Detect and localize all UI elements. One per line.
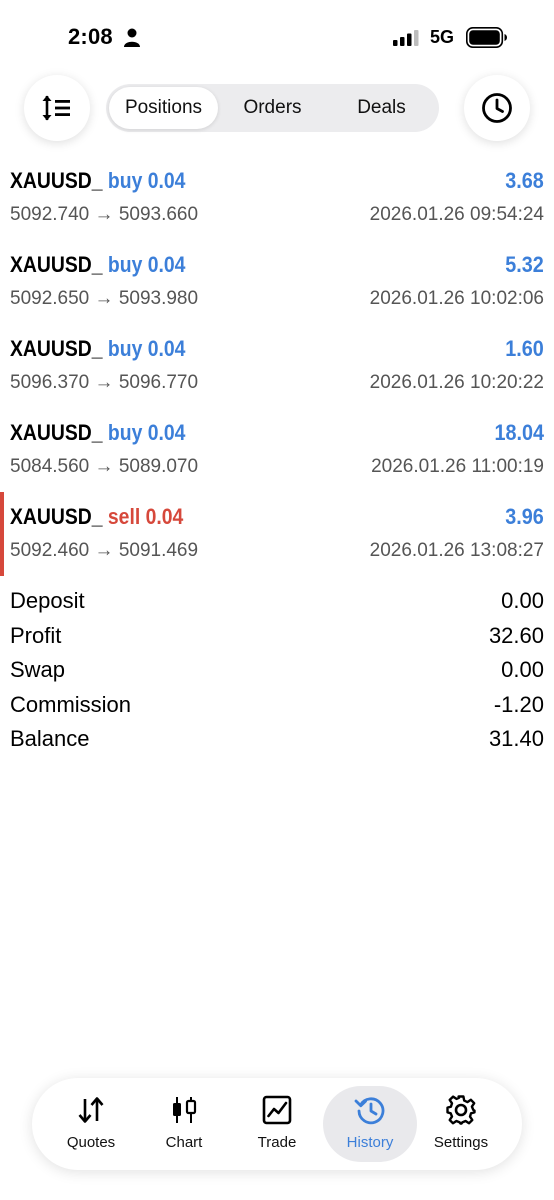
close-price: 5089.070 — [118, 456, 199, 477]
tab-label: Trade — [257, 1134, 297, 1151]
quotes-arrows-icon — [78, 1097, 104, 1123]
trade-title: XAUUSD_ buy 0.04 — [10, 168, 185, 194]
trade-volume: 0.04 — [147, 420, 186, 445]
tab-deals[interactable]: Deals — [327, 87, 436, 129]
summary-value: -1.20 — [493, 691, 544, 717]
close-price: 5093.980 — [118, 288, 199, 309]
trade-list: XAUUSD_ buy 0.04 3.68 5092.740 → 5093.66… — [0, 162, 554, 582]
trade-prices: 5092.650 → 5093.980 — [10, 288, 199, 309]
trade-profit: 18.04 — [494, 420, 544, 445]
tab-orders[interactable]: Orders — [218, 87, 327, 129]
history-icon — [354, 1097, 385, 1125]
summary-label: Deposit — [10, 588, 85, 613]
close-price: 5096.770 — [118, 372, 199, 393]
gear-icon — [446, 1095, 476, 1125]
open-price: 5096.370 — [10, 372, 90, 393]
tab-settings[interactable]: Settings — [414, 1086, 508, 1162]
trade-row[interactable]: XAUUSD_ buy 0.04 18.04 5084.560 → 5089.0… — [0, 414, 554, 498]
trade-side: buy — [107, 252, 143, 277]
trade-title: XAUUSD_ buy 0.04 — [10, 336, 185, 362]
trade-time: 2026.01.26 13:08:27 — [369, 540, 544, 561]
summary-row-swap: Swap 0.00 — [0, 655, 554, 690]
tab-label: Chart — [165, 1134, 203, 1151]
trade-profit: 3.68 — [505, 168, 544, 193]
trade-symbol: XAUUSD_ — [10, 336, 103, 361]
tab-label: Settings — [433, 1134, 489, 1151]
trade-time: 2026.01.26 11:00:19 — [371, 456, 544, 477]
open-price: 5092.740 — [10, 204, 90, 225]
tab-positions[interactable]: Positions — [109, 87, 218, 129]
trade-volume: 0.04 — [147, 336, 186, 361]
trade-time: 2026.01.26 10:20:22 — [369, 372, 544, 393]
trade-symbol: XAUUSD_ — [10, 504, 103, 529]
tab-label: Quotes — [66, 1134, 116, 1151]
period-button[interactable] — [464, 75, 530, 141]
trade-side: buy — [107, 336, 143, 361]
close-price: 5093.660 — [118, 204, 199, 225]
bottom-tab-bar: Quotes Chart Trade History Settings — [32, 1078, 522, 1170]
trade-prices: 5092.460 → 5091.469 — [10, 540, 199, 561]
tab-trade[interactable]: Trade — [230, 1086, 324, 1162]
network-label: 5G — [430, 27, 455, 47]
trade-prices: 5096.370 → 5096.770 — [10, 372, 199, 393]
trade-symbol: XAUUSD_ — [10, 420, 103, 445]
summary-row-commission: Commission -1.20 — [0, 690, 554, 725]
status-time: 2:08 — [68, 24, 113, 49]
trade-row[interactable]: XAUUSD_ buy 0.04 3.68 5092.740 → 5093.66… — [0, 162, 554, 246]
summary-label: Profit — [10, 622, 62, 648]
trade-title: XAUUSD_ sell 0.04 — [10, 504, 183, 530]
status-bar: 2:08 5G — [0, 0, 554, 76]
battery-icon — [466, 27, 507, 48]
signal-icon — [393, 30, 419, 46]
trade-symbol: XAUUSD_ — [10, 168, 103, 193]
close-price: 5091.469 — [118, 540, 199, 561]
summary-row-profit: Profit 32.60 — [0, 621, 554, 656]
summary-row-balance: Balance 31.40 — [0, 724, 554, 759]
open-price: 5092.460 — [10, 540, 90, 561]
summary-row-deposit: Deposit 0.00 — [0, 586, 554, 621]
trade-volume: 0.04 — [147, 168, 186, 193]
trade-title: XAUUSD_ buy 0.04 — [10, 420, 185, 446]
sort-icon — [42, 95, 70, 121]
history-filter-segmented: Positions Orders Deals — [106, 84, 439, 132]
open-price: 5092.650 — [10, 288, 90, 309]
trade-chart-icon — [262, 1095, 292, 1125]
summary-value: 31.40 — [488, 726, 544, 751]
trade-profit: 5.32 — [505, 252, 544, 277]
trade-side: sell — [107, 504, 141, 529]
trade-profit: 3.96 — [505, 504, 544, 529]
trade-time: 2026.01.26 10:02:06 — [369, 288, 544, 309]
trade-row[interactable]: XAUUSD_ buy 0.04 5.32 5092.650 → 5093.98… — [0, 246, 554, 330]
open-price: 5084.560 — [10, 456, 90, 477]
trade-title: XAUUSD_ buy 0.04 — [10, 252, 185, 278]
trade-symbol: XAUUSD_ — [10, 252, 103, 277]
summary-label: Swap — [10, 657, 66, 682]
trade-side: buy — [107, 168, 143, 193]
summary-label: Balance — [10, 726, 90, 751]
tab-label: History — [346, 1134, 394, 1151]
trade-prices: 5084.560 → 5089.070 — [10, 456, 199, 477]
trade-row[interactable]: XAUUSD_ sell 0.04 3.96 5092.460 → 5091.4… — [0, 498, 554, 582]
trade-volume: 0.04 — [147, 252, 186, 277]
tab-quotes[interactable]: Quotes — [44, 1086, 138, 1162]
trade-prices: 5092.740 → 5093.660 — [10, 204, 199, 225]
clock-icon — [482, 93, 512, 123]
tab-history[interactable]: History — [323, 1086, 417, 1162]
trade-time: 2026.01.26 09:54:24 — [369, 204, 544, 225]
sort-button[interactable] — [24, 75, 90, 141]
summary-value: 32.60 — [488, 622, 544, 648]
summary-label: Commission — [10, 691, 132, 717]
tab-chart[interactable]: Chart — [137, 1086, 231, 1162]
trade-volume: 0.04 — [145, 504, 184, 529]
summary-value: 0.00 — [501, 588, 544, 613]
person-icon — [124, 28, 140, 47]
candlestick-icon — [173, 1097, 197, 1123]
summary-value: 0.00 — [501, 657, 544, 682]
trade-side: buy — [107, 420, 143, 445]
trade-row[interactable]: XAUUSD_ buy 0.04 1.60 5096.370 → 5096.77… — [0, 330, 554, 414]
account-summary: Deposit 0.00 Profit 32.60 Swap 0.00 Comm… — [0, 586, 554, 759]
trade-profit: 1.60 — [505, 336, 544, 361]
